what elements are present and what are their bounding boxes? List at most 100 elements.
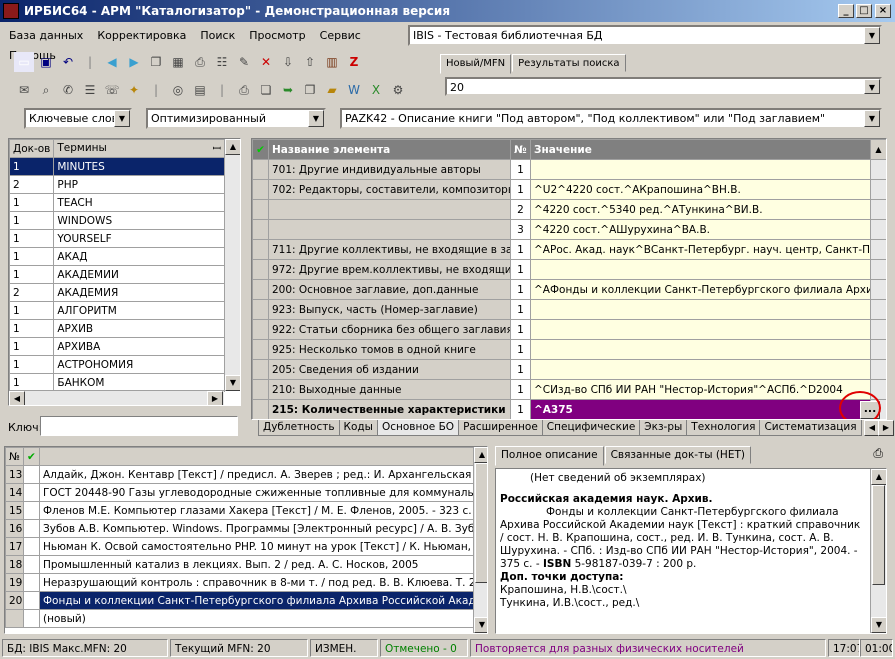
record-check[interactable] [23, 555, 40, 574]
row-marker[interactable] [252, 159, 269, 180]
editor-row[interactable]: 215: Количественные характеристики 1 ^A375 [252, 399, 886, 419]
app-icon[interactable] [3, 3, 19, 19]
export-icon[interactable]: ⇧ [300, 52, 320, 72]
row-marker[interactable] [252, 359, 269, 380]
record-row[interactable]: 15 Фленов М.Е. Компьютер глазами Хакера [… [5, 501, 474, 520]
element-value[interactable]: ^U2^4220 сост.^AКрапошина^BН.В. [530, 179, 871, 200]
dictionary-row[interactable]: 1 АЛГОРИТМ [9, 301, 225, 320]
scroll-up-icon[interactable]: ▲ [870, 139, 886, 160]
folder-icon[interactable]: ▰ [322, 80, 342, 100]
col-docs[interactable]: Док-ов [9, 139, 55, 158]
dictionary-row[interactable]: 1 TEACH [9, 193, 225, 212]
worksheet-select[interactable]: PAZK42 - Описание книги "Под автором", "… [340, 108, 882, 129]
element-value[interactable] [530, 299, 871, 320]
pages-icon[interactable]: ❏ [256, 80, 276, 100]
mfn-select[interactable]: 20 ▼ [445, 77, 882, 96]
tab-codes[interactable]: Коды [338, 420, 378, 436]
record-row[interactable]: 17 Ньюман К. Освой самостоятельно PHP. 10… [5, 537, 474, 556]
scroll-up-icon[interactable]: ▲ [871, 469, 886, 485]
record-row[interactable]: 18 Промышленный катализ в лекциях. Вып. 2… [5, 555, 474, 574]
scroll-track[interactable] [870, 199, 886, 220]
scroll-track[interactable] [870, 279, 886, 300]
undo-icon[interactable]: ↶ [58, 52, 78, 72]
tab-doublets[interactable]: Дублетность [258, 420, 340, 436]
element-value[interactable] [530, 359, 871, 380]
editor-row[interactable]: 702: Редакторы, составители, композиторы… [252, 179, 886, 200]
element-value[interactable]: ^4220 сост.^5340 ред.^AТункина^BИ.В. [530, 199, 871, 220]
dictionary-row[interactable]: 2 PHP [9, 175, 225, 194]
scroll-track[interactable] [870, 159, 886, 180]
tab-copies[interactable]: Экз-ры [639, 420, 688, 436]
row-marker[interactable] [252, 279, 269, 300]
edit-icon[interactable]: ✎ [234, 52, 254, 72]
chevron-down-icon[interactable]: ▼ [114, 110, 130, 127]
check-header-icon[interactable]: ✔ [23, 447, 40, 466]
chevron-down-icon[interactable]: ▼ [864, 79, 880, 94]
record-row[interactable]: 13 Алдайк, Джон. Кентавр [Текст] / предис… [5, 465, 474, 484]
tab-technology[interactable]: Технология [686, 420, 761, 436]
col-value[interactable]: Значение [530, 139, 871, 160]
editor-row[interactable]: 923: Выпуск, часть (Номер-заглавие) 1 [252, 299, 886, 320]
chevron-down-icon[interactable]: ▼ [308, 110, 324, 127]
record-row[interactable]: 19 Неразрушающий контроль : справочник в … [5, 573, 474, 592]
record-check[interactable] [23, 537, 40, 556]
row-marker[interactable] [252, 179, 269, 200]
record-row[interactable]: 14 ГОСТ 20448-90 Газы углеводородные сжиж… [5, 483, 474, 502]
import-icon[interactable]: ⇩ [278, 52, 298, 72]
records-scrollbar[interactable]: ▲ ▼ [473, 447, 487, 633]
col-element-name[interactable]: Название элемента [268, 139, 511, 160]
editor-row[interactable]: 972: Другие врем.коллективы, не входящие… [252, 259, 886, 280]
mail-icon[interactable]: ✆ [58, 80, 78, 100]
print-icon[interactable]: ⎙ [190, 52, 210, 72]
close-button[interactable]: × [875, 4, 891, 18]
editor-row[interactable]: 205: Сведения об издании 1 [252, 359, 886, 380]
row-marker[interactable] [252, 379, 269, 400]
row-marker[interactable] [252, 339, 269, 360]
element-value[interactable] [530, 159, 871, 180]
word-icon[interactable]: W [344, 80, 364, 100]
editor-row[interactable]: 925: Несколько томов в одной книге 1 [252, 339, 886, 360]
editor-row[interactable]: 200: Основное заглавие, доп.данные 1 ^AФон… [252, 279, 886, 300]
record-check[interactable] [23, 483, 40, 502]
scroll-right-icon[interactable]: ▶ [207, 391, 223, 405]
wand-icon[interactable]: ✦ [124, 80, 144, 100]
key-input[interactable] [40, 416, 238, 436]
scroll-up-icon[interactable]: ▲ [225, 139, 240, 155]
menu-database[interactable]: База данных [4, 26, 88, 46]
element-value[interactable]: ^CИзд-во СПб ИИ РАН "Нестор-История"^AСП… [530, 379, 871, 400]
record-check[interactable] [23, 519, 40, 538]
tree-icon[interactable]: ☷ [212, 52, 232, 72]
scroll-track[interactable] [870, 219, 886, 240]
menu-search[interactable]: Поиск [195, 26, 240, 46]
tab-extended[interactable]: Расширенное [458, 420, 543, 436]
col-record-num[interactable]: № [5, 447, 24, 466]
element-value[interactable] [530, 259, 871, 280]
menu-edit[interactable]: Корректировка [92, 26, 191, 46]
find-icon[interactable]: ⌕ [36, 80, 56, 100]
excel-icon[interactable]: X [366, 80, 386, 100]
book-icon[interactable]: ▥ [322, 52, 342, 72]
row-marker[interactable] [252, 319, 269, 340]
col-num[interactable]: № [510, 139, 531, 160]
comment-icon[interactable]: ✉ [14, 80, 34, 100]
tabs-next-icon[interactable]: ▶ [878, 420, 894, 436]
database-select[interactable]: IBIS - Тестовая библиотечная БД ▼ [408, 25, 882, 46]
notes-icon[interactable]: ☰ [80, 80, 100, 100]
scroll-track[interactable] [870, 319, 886, 340]
editor-row[interactable]: 3 ^4220 сост.^AШурухина^BА.В. [252, 219, 886, 240]
prev-icon[interactable]: ◀ [102, 52, 122, 72]
editor-row[interactable]: 210: Выходные данные 1 ^CИзд-во СПб ИИ РАН… [252, 379, 886, 400]
record-check[interactable] [23, 501, 40, 520]
print-icon[interactable]: ⎙ [873, 446, 883, 461]
record-check[interactable] [23, 573, 40, 592]
row-marker[interactable] [252, 239, 269, 260]
scroll-thumb[interactable] [872, 485, 885, 585]
record-row[interactable]: (новый) [5, 609, 474, 628]
tab-full-description[interactable]: Полное описание [495, 446, 604, 466]
tab-specific[interactable]: Специфические [541, 420, 641, 436]
save-icon[interactable]: ▣ [36, 52, 56, 72]
settings-icon[interactable]: ⚙ [388, 80, 408, 100]
minimize-button[interactable]: _ [838, 4, 854, 18]
element-value[interactable]: ^A375 [530, 399, 871, 419]
tab-search-results[interactable]: Результаты поиска [512, 54, 626, 72]
